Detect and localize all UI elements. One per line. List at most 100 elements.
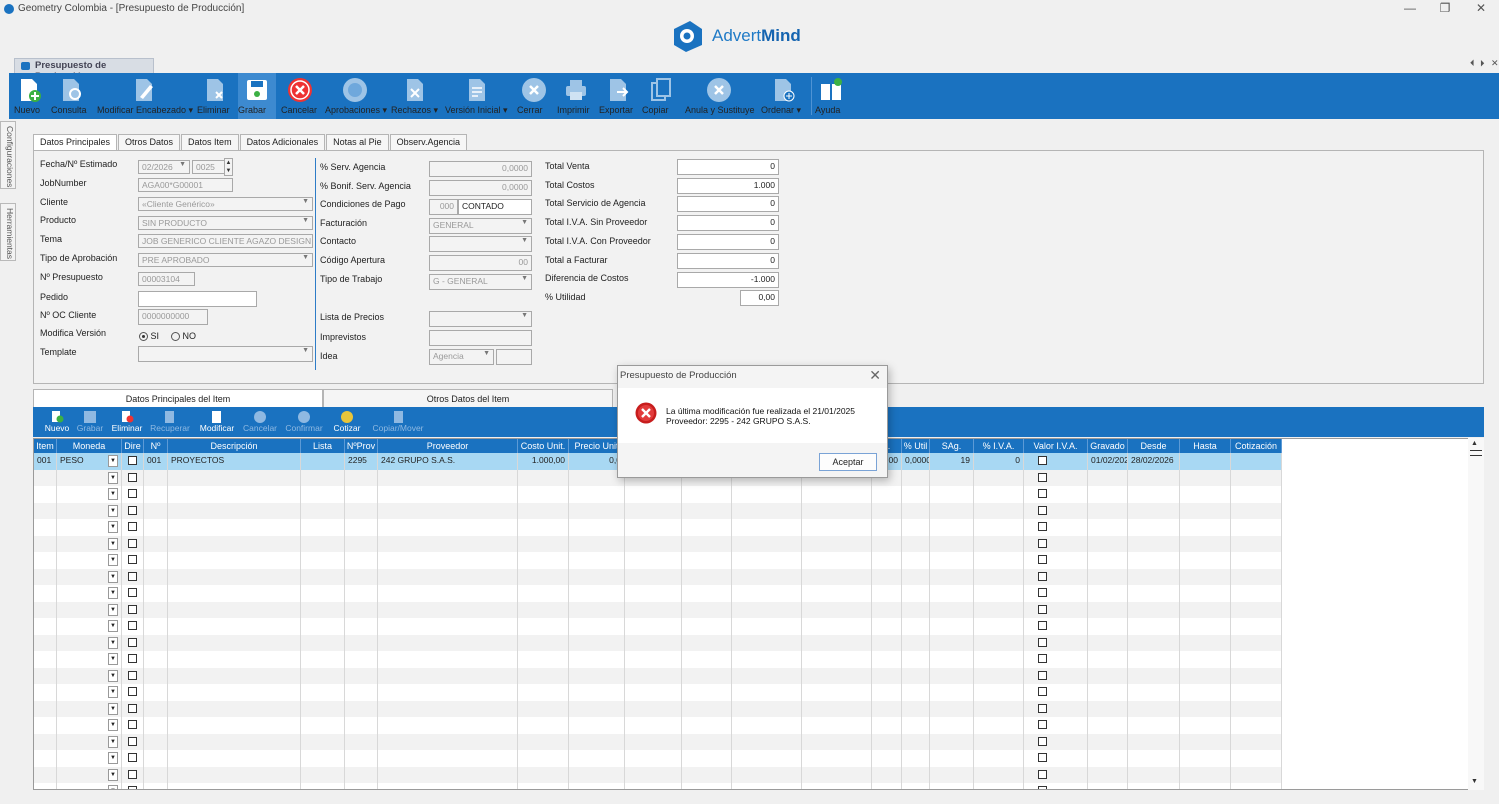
table-cell[interactable]: ▼ [57,618,122,635]
table-cell[interactable] [1088,783,1128,789]
table-cell[interactable] [872,733,902,750]
table-cell[interactable] [1088,700,1128,717]
table-cell[interactable] [168,733,301,750]
fecha-select[interactable]: 02/2026 ▼ [138,160,190,174]
table-cell[interactable] [930,651,974,668]
moneda-dropdown-icon[interactable]: ▼ [108,719,118,731]
table-cell[interactable] [1180,733,1231,750]
table-cell[interactable] [301,766,345,783]
moneda-dropdown-icon[interactable]: ▼ [108,686,118,698]
tipo-trabajo-select[interactable]: G - GENERAL ▼ [429,274,532,290]
table-cell[interactable] [569,783,625,789]
table-cell[interactable] [301,469,345,486]
table-cell[interactable]: ▼ [57,717,122,734]
table-cell[interactable] [1128,717,1180,734]
checkbox[interactable] [1038,555,1047,564]
table-cell[interactable] [902,601,930,618]
table-cell[interactable] [625,585,682,602]
table-cell[interactable] [625,651,682,668]
table-cell[interactable]: PESO ▼ [57,453,122,470]
moneda-dropdown-icon[interactable]: ▼ [108,587,118,599]
lista-precios-select[interactable]: ▼ [429,311,532,327]
checkbox[interactable] [128,489,137,498]
table-row[interactable]: ▼ [34,552,1282,569]
table-cell[interactable] [34,700,57,717]
table-cell[interactable]: ▼ [57,469,122,486]
table-cell[interactable] [378,552,518,569]
table-cell[interactable] [34,552,57,569]
moneda-dropdown-icon[interactable]: ▼ [108,554,118,566]
table-cell[interactable] [518,733,569,750]
table-cell[interactable] [518,469,569,486]
table-cell[interactable] [682,717,732,734]
table-cell[interactable] [378,667,518,684]
table-cell[interactable] [345,535,378,552]
table-cell[interactable] [1024,453,1088,470]
grid-header-cell[interactable]: Moneda [57,439,122,453]
table-cell[interactable] [902,502,930,519]
table-row[interactable]: ▼ [34,568,1282,585]
table-row[interactable]: ▼ [34,585,1282,602]
table-cell[interactable]: 0,0000 [902,453,930,470]
producto-select[interactable]: SIN PRODUCTO ▼ [138,216,313,230]
table-cell[interactable] [569,618,625,635]
table-cell[interactable] [682,766,732,783]
table-cell[interactable] [378,535,518,552]
table-cell[interactable] [974,651,1024,668]
table-cell[interactable] [301,634,345,651]
tab-close-icon[interactable]: ✕ [1491,58,1499,69]
table-row[interactable]: ▼ [34,618,1282,635]
table-cell[interactable] [974,502,1024,519]
table-cell[interactable] [930,667,974,684]
table-cell[interactable] [1088,717,1128,734]
table-cell[interactable] [1128,700,1180,717]
table-cell[interactable]: ▼ [57,733,122,750]
table-cell[interactable] [569,535,625,552]
table-cell[interactable]: 242 GRUPO S.A.S. [378,453,518,470]
table-cell[interactable] [802,733,872,750]
table-cell[interactable]: ▼ [57,634,122,651]
table-cell[interactable] [625,667,682,684]
table-cell[interactable] [518,535,569,552]
table-cell[interactable] [1088,634,1128,651]
table-cell[interactable] [1024,618,1088,635]
table-cell[interactable] [902,585,930,602]
table-cell[interactable] [902,684,930,701]
table-cell[interactable] [1128,750,1180,767]
table-cell[interactable] [34,502,57,519]
table-cell[interactable] [34,568,57,585]
grid-header-cell[interactable]: Cotización [1231,439,1282,453]
table-cell[interactable] [518,486,569,503]
table-cell[interactable]: ▼ [57,684,122,701]
table-cell[interactable] [345,469,378,486]
table-cell[interactable] [902,717,930,734]
table-cell[interactable]: ▼ [57,535,122,552]
table-cell[interactable] [569,750,625,767]
table-cell[interactable] [682,667,732,684]
table-row[interactable]: ▼ [34,750,1282,767]
table-row[interactable]: ▼ [34,486,1282,503]
table-cell[interactable] [682,601,732,618]
table-cell[interactable] [168,585,301,602]
table-cell[interactable] [902,552,930,569]
table-cell[interactable] [625,552,682,569]
table-cell[interactable] [301,750,345,767]
table-cell[interactable] [168,717,301,734]
table-cell[interactable] [1231,634,1282,651]
table-cell[interactable] [569,486,625,503]
grabar-button[interactable]: Grabar [238,73,276,119]
table-cell[interactable] [872,552,902,569]
checkbox[interactable] [128,654,137,663]
table-cell[interactable] [682,684,732,701]
table-cell[interactable] [122,502,144,519]
version-inicial-button[interactable]: Versión Inicial ▾ [445,73,509,119]
table-cell[interactable] [974,519,1024,536]
table-cell[interactable] [34,684,57,701]
table-cell[interactable]: ▼ [57,552,122,569]
table-cell[interactable] [518,717,569,734]
table-cell[interactable] [682,634,732,651]
table-cell[interactable]: ▼ [57,486,122,503]
table-row[interactable]: ▼ [34,667,1282,684]
table-cell[interactable] [1180,667,1231,684]
table-cell[interactable] [802,601,872,618]
